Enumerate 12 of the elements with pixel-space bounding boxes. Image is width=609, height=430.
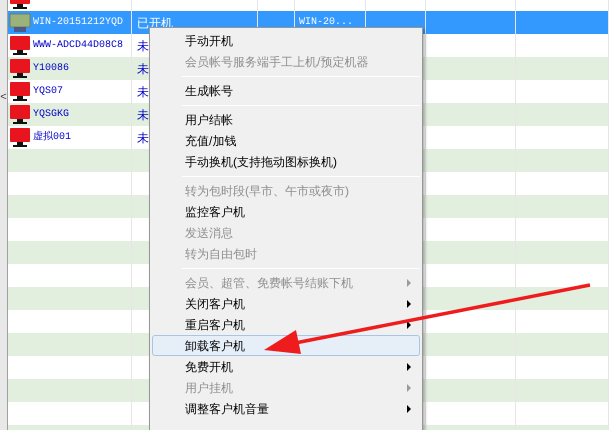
- status-text: 未: [136, 84, 149, 100]
- computer-name: WWW-ADCD44D08C8: [33, 39, 124, 53]
- status-text: 未: [136, 60, 149, 78]
- status-text: 未: [136, 106, 149, 124]
- status-text: 未: [136, 130, 149, 146]
- status-text: 未: [136, 38, 149, 54]
- computer-name: YQS07: [33, 85, 64, 99]
- computer-name: YQSGKG: [33, 108, 70, 122]
- computer-name: Y10086: [33, 62, 70, 76]
- table-cell-text: WIN-20...: [298, 16, 354, 30]
- computer-name: 虚拟001: [33, 130, 72, 145]
- computer-name: WIN-20151212YQD: [33, 16, 124, 30]
